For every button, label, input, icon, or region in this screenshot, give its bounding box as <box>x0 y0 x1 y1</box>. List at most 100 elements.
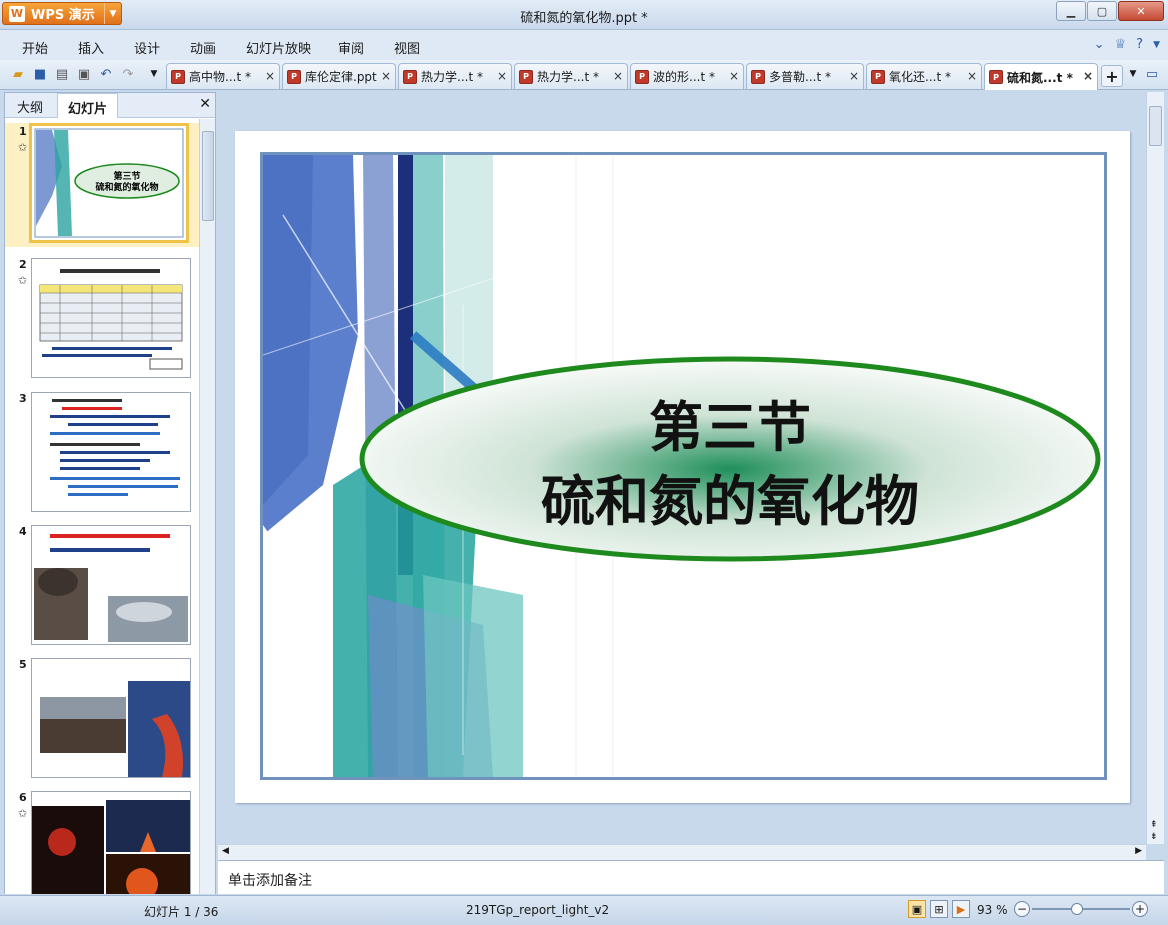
prev-slide-icon[interactable]: ⇞ <box>1150 820 1158 830</box>
minimize-button[interactable]: ▁ <box>1056 1 1086 21</box>
status-bar: 幻灯片 1 / 36 219TGp_report_light_v2 ▣ ⊞ ▶ … <box>0 895 1168 925</box>
svg-text:第三节: 第三节 <box>113 170 140 182</box>
menu-slideshow[interactable]: 幻灯片放映 <box>246 38 311 57</box>
doc-tab[interactable]: P 库伦定律.ppt × <box>282 63 396 89</box>
window-layout-icon[interactable]: ▭ <box>1144 66 1160 82</box>
close-panel-icon[interactable]: ✕ <box>199 96 211 112</box>
chevron-down-icon[interactable]: ▼ <box>1153 37 1160 52</box>
ppt-file-icon: P <box>171 69 185 84</box>
tab-list-icon[interactable]: ▼ <box>1125 66 1141 82</box>
slide-thumbnail[interactable] <box>31 791 191 894</box>
slide-thumbnail-row[interactable]: 3 <box>5 390 199 514</box>
slide-thumbnail-row[interactable]: 4 <box>5 523 199 647</box>
close-window-button[interactable]: ✕ <box>1118 1 1164 21</box>
close-tab-icon[interactable]: × <box>967 69 977 83</box>
customize-toolbar-icon[interactable]: ▼ <box>146 66 162 82</box>
doc-tab-label: 库伦定律.ppt <box>305 70 377 84</box>
slide-thumbnail[interactable]: 第三节 硫和氮的氧化物 <box>29 123 189 243</box>
slide-frame: 第三节 硫和氮的氧化物 <box>260 152 1107 780</box>
save-icon[interactable]: ■ <box>32 66 48 82</box>
slide-thumbnail[interactable] <box>31 258 191 378</box>
ppt-file-icon: P <box>871 69 885 84</box>
new-tab-button[interactable]: + <box>1101 65 1123 87</box>
slide-number: 2 <box>19 258 27 271</box>
close-tab-icon[interactable]: × <box>497 69 507 83</box>
open-folder-icon[interactable]: ▰ <box>10 66 26 82</box>
doc-tab[interactable]: P 氧化还...t * × <box>866 63 982 89</box>
menu-insert[interactable]: 插入 <box>78 38 104 57</box>
slide-thumbnail-row[interactable]: 2 ✩ <box>5 256 199 380</box>
ppt-file-icon: P <box>635 69 649 84</box>
normal-view-button[interactable]: ▣ <box>908 900 926 918</box>
slide-title-line1: 第三节 <box>649 395 811 459</box>
scroll-left-icon[interactable]: ◀ <box>222 846 229 856</box>
scrollbar-thumb[interactable] <box>1149 106 1162 146</box>
menu-view[interactable]: 视图 <box>394 38 420 57</box>
ppt-file-icon: P <box>403 69 417 84</box>
panel-scrollbar[interactable] <box>199 119 215 894</box>
doc-tab-label: 热力学...t * <box>421 70 483 84</box>
notes-pane[interactable]: 单击添加备注 <box>218 860 1164 894</box>
menu-design[interactable]: 设计 <box>134 38 160 57</box>
zoom-out-button[interactable]: − <box>1014 901 1030 917</box>
slide-canvas[interactable]: 第三节 硫和氮的氧化物 <box>235 131 1130 803</box>
slide-number: 6 <box>19 791 27 804</box>
doc-tab-label: 高中物...t * <box>189 70 251 84</box>
next-slide-icon[interactable]: ⇟ <box>1150 832 1158 842</box>
slide-thumbnail-row[interactable]: 5 <box>5 656 199 780</box>
doc-tab[interactable]: P 多普勒...t * × <box>746 63 864 89</box>
slideshow-view-button[interactable]: ▶ <box>952 900 970 918</box>
tab-slides[interactable]: 幻灯片 <box>57 93 119 118</box>
slide-number: 1 <box>19 125 27 138</box>
tab-outline[interactable]: 大纲 <box>17 97 43 116</box>
close-tab-icon[interactable]: × <box>381 69 391 83</box>
print-preview-icon[interactable]: ▣ <box>76 66 92 82</box>
title-ellipse[interactable]: 第三节 硫和氮的氧化物 <box>358 355 1102 563</box>
slide-number: 3 <box>19 392 27 405</box>
svg-text:硫和氮的氧化物: 硫和氮的氧化物 <box>95 181 158 193</box>
collapse-ribbon-icon[interactable]: ⌄ <box>1094 37 1105 52</box>
maximize-button[interactable]: ▢ <box>1087 1 1117 21</box>
menu-animation[interactable]: 动画 <box>190 38 216 57</box>
doc-tab-label: 热力学...t * <box>537 70 599 84</box>
doc-tab[interactable]: P 波的形...t * × <box>630 63 744 89</box>
slide-thumbnail-list: 1 ✩ 第三节 硫和氮的氧化物 2 ✩ 3 4 5 6 ✩ <box>5 119 199 894</box>
quick-access-toolbar: ▰ ■ ▤ ▣ ↶ ↷ ▼ P 高中物...t * × P 库伦定律.ppt ×… <box>0 60 1168 90</box>
slide-sorter-view-button[interactable]: ⊞ <box>930 900 948 918</box>
doc-tab-label: 波的形...t * <box>653 70 715 84</box>
doc-tab[interactable]: P 热力学...t * × <box>398 63 512 89</box>
editor-horizontal-scrollbar[interactable]: ◀ ▶ <box>218 844 1146 860</box>
slide-thumbnail-row[interactable]: 1 ✩ 第三节 硫和氮的氧化物 <box>5 123 199 247</box>
doc-tab[interactable]: P 高中物...t * × <box>166 63 280 89</box>
menu-review[interactable]: 审阅 <box>338 38 364 57</box>
redo-icon[interactable]: ↷ <box>120 66 136 82</box>
ppt-file-icon: P <box>287 69 301 84</box>
doc-tab-label: 氧化还...t * <box>889 70 951 84</box>
slide-thumbnail[interactable] <box>31 392 191 512</box>
ppt-file-icon: P <box>751 69 765 84</box>
menu-home[interactable]: 开始 <box>22 38 48 57</box>
skin-icon[interactable]: ♕ <box>1115 37 1127 52</box>
zoom-slider-knob[interactable] <box>1071 903 1084 915</box>
animation-star-icon: ✩ <box>18 141 28 154</box>
editor-vertical-scrollbar[interactable]: ⇞ ⇟ <box>1146 92 1164 844</box>
close-tab-icon[interactable]: × <box>613 69 623 83</box>
slide-thumbnail[interactable] <box>31 658 191 778</box>
zoom-level: 93 % <box>977 903 1008 917</box>
doc-tab-active[interactable]: P 硫和氮...t * × <box>984 63 1098 90</box>
doc-tab-label: 硫和氮...t * <box>1007 70 1073 85</box>
close-tab-icon[interactable]: × <box>1083 69 1093 83</box>
slide-thumbnail-row[interactable]: 6 ✩ <box>5 789 199 894</box>
close-tab-icon[interactable]: × <box>849 69 859 83</box>
zoom-in-button[interactable]: + <box>1132 901 1148 917</box>
close-tab-icon[interactable]: × <box>265 69 275 83</box>
slide-thumbnail[interactable] <box>31 525 191 645</box>
scroll-right-icon[interactable]: ▶ <box>1135 846 1142 856</box>
print-icon[interactable]: ▤ <box>54 66 70 82</box>
title-bar: W WPS 演示 ▼ 硫和氮的氧化物.ppt * ▁ ▢ ✕ <box>0 0 1168 30</box>
doc-tab[interactable]: P 热力学...t * × <box>514 63 628 89</box>
close-tab-icon[interactable]: × <box>729 69 739 83</box>
scrollbar-thumb[interactable] <box>202 131 214 221</box>
help-icon[interactable]: ? <box>1136 37 1143 52</box>
undo-icon[interactable]: ↶ <box>98 66 114 82</box>
